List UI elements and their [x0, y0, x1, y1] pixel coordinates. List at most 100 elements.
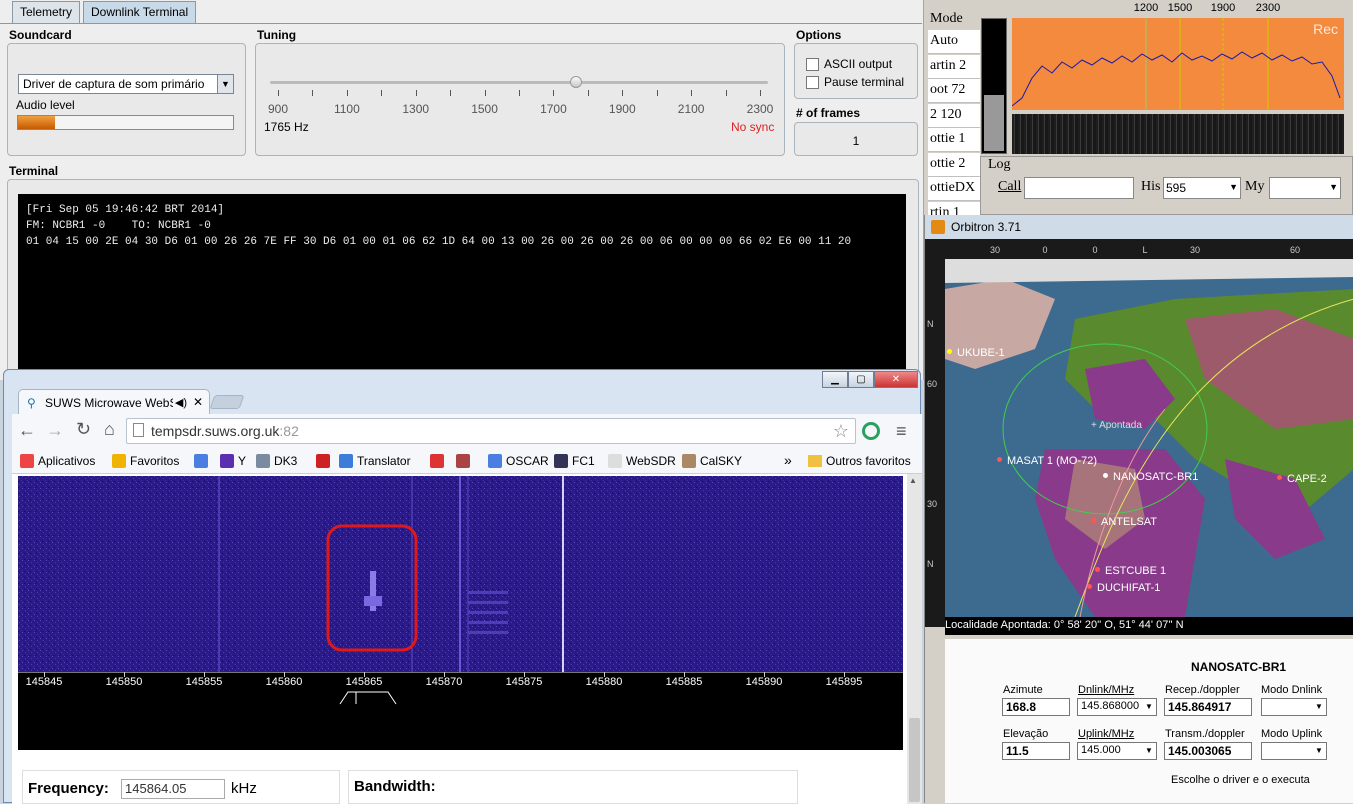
- bookmark-item[interactable]: Aplicativos: [20, 454, 95, 468]
- terminal-line: FM: NCBR1 -0 TO: NCBR1 -0: [26, 220, 211, 232]
- ascii-output-option[interactable]: ASCII output: [806, 57, 892, 72]
- soundcard-device-select[interactable]: Driver de captura de som primário ▼: [18, 74, 234, 94]
- bookmark-item[interactable]: Translator: [339, 454, 411, 468]
- scale-tick: [587, 90, 589, 96]
- maximize-button[interactable]: ▢: [848, 371, 874, 388]
- pause-terminal-checkbox[interactable]: [806, 76, 819, 90]
- tuning-slider-thumb[interactable]: [569, 76, 582, 88]
- my-select[interactable]: ▼: [1269, 177, 1341, 199]
- home-icon[interactable]: ⌂: [104, 419, 115, 440]
- bookmark-item[interactable]: Favoritos: [112, 454, 179, 468]
- azimuth-value: 168.8: [1002, 698, 1070, 716]
- satellite-dot-icon: [947, 349, 952, 354]
- bookmark-item[interactable]: [316, 454, 334, 468]
- chevron-down-icon: ▼: [1229, 182, 1238, 192]
- scale-label: 145890: [745, 676, 783, 688]
- bookmark-item[interactable]: [194, 454, 212, 468]
- address-bar[interactable]: tempsdr.suws.org.uk:82 ☆: [126, 418, 856, 444]
- bookmark-item[interactable]: Y: [220, 454, 246, 468]
- his-select[interactable]: 595 ▼: [1163, 177, 1241, 199]
- satellite-marker[interactable]: UKUBE-1: [947, 347, 1005, 359]
- bookmark-item[interactable]: FC1: [554, 454, 595, 468]
- bookmark-item[interactable]: WebSDR: [608, 454, 676, 468]
- mode-list[interactable]: Auto artin 2 oot 72 2 120 ottie 1 ottie 2 otti…: [924, 30, 980, 226]
- close-tab-icon[interactable]: ✕: [192, 395, 203, 409]
- his-value: 595: [1166, 181, 1187, 195]
- bookmark-item[interactable]: OSCAR: [488, 454, 549, 468]
- bookmark-item[interactable]: [456, 454, 474, 468]
- recep-label: Recep./doppler: [1165, 684, 1240, 696]
- mode-item[interactable]: artin 2: [928, 54, 980, 79]
- forward-icon[interactable]: →: [46, 420, 64, 441]
- scale-tick: [622, 90, 624, 96]
- bookmark-label: Favoritos: [130, 454, 180, 468]
- world-map[interactable]: UKUBE-1 MASAT 1 (MO-72) NANOSATC-BR1 CAPE-2…: [945, 259, 1353, 617]
- spectrum-frequency-mark: 1900: [1210, 2, 1236, 14]
- his-label: His: [1141, 179, 1161, 194]
- bookmark-label: FC1: [572, 454, 595, 468]
- scale-tick: [415, 90, 417, 96]
- more-bookmarks-button[interactable]: »: [784, 452, 792, 468]
- tab-downlink-terminal[interactable]: Downlink Terminal: [83, 1, 197, 23]
- mode-item[interactable]: Auto: [928, 30, 980, 54]
- extension-icon[interactable]: [862, 422, 880, 440]
- map-left-tick: N: [927, 319, 934, 329]
- map-top-tick: 30: [1189, 245, 1201, 255]
- mode-item[interactable]: ottieDX: [928, 177, 980, 201]
- dnlink-value: 145.868000: [1081, 700, 1140, 712]
- audio-level-meter: [17, 115, 234, 130]
- minimize-button[interactable]: ▁: [822, 371, 848, 388]
- back-icon[interactable]: ←: [18, 420, 36, 441]
- soundcard-title: Soundcard: [9, 28, 72, 42]
- audio-level-label: Audio level: [16, 98, 75, 112]
- map-left-tick: N: [927, 559, 934, 569]
- satellite-label: ANTELSAT: [1101, 516, 1158, 528]
- tuning-title: Tuning: [257, 28, 297, 42]
- menu-icon[interactable]: ≡: [896, 421, 907, 442]
- satellite-marker[interactable]: ANTELSAT: [1091, 516, 1157, 528]
- page-scrollbar[interactable]: ▲: [907, 474, 922, 804]
- reload-icon[interactable]: ↻: [76, 419, 91, 440]
- satellite-marker[interactable]: MASAT 1 (MO-72): [997, 455, 1097, 467]
- mode-item[interactable]: oot 72: [928, 79, 980, 103]
- transm-label: Transm./doppler: [1165, 728, 1245, 740]
- tab-telemetry[interactable]: Telemetry: [12, 1, 81, 23]
- bookmark-item[interactable]: DK3: [256, 454, 297, 468]
- pause-terminal-option[interactable]: Pause terminal: [806, 75, 904, 90]
- satellite-dot-icon: [1091, 518, 1096, 523]
- uplink-select[interactable]: 145.000 ▼: [1077, 742, 1157, 760]
- bookmark-item[interactable]: [430, 454, 448, 468]
- scale-tick: [656, 90, 658, 96]
- dnlink-select[interactable]: 145.868000 ▼: [1077, 698, 1157, 716]
- satellite-marker[interactable]: CAPE-2: [1277, 473, 1327, 485]
- frequency-scale[interactable]: 145845 145850 145855 145860 145865 145870 1458…: [18, 672, 903, 750]
- mode-item[interactable]: ottie 1: [928, 128, 980, 152]
- passband-indicator[interactable]: [338, 686, 408, 708]
- chevron-down-icon: ▼: [217, 75, 233, 93]
- modo-dnlink-select[interactable]: ▼: [1261, 698, 1327, 716]
- scale-label: 2300: [746, 102, 774, 116]
- satellite-marker[interactable]: NANOSATC-BR1: [1103, 471, 1198, 483]
- websdr-waterfall[interactable]: [18, 476, 903, 672]
- satellite-marker[interactable]: ESTCUBE 1: [1095, 565, 1166, 577]
- bookmark-item[interactable]: CalSKY: [682, 454, 742, 468]
- bookmark-label: DK3: [274, 454, 298, 468]
- other-bookmarks[interactable]: Outros favoritos: [808, 454, 911, 468]
- modo-uplink-select[interactable]: ▼: [1261, 742, 1327, 760]
- mode-item[interactable]: ottie 2: [928, 152, 980, 177]
- scroll-up-icon[interactable]: ▲: [909, 476, 917, 485]
- frequency-input[interactable]: 145864.05: [121, 779, 225, 799]
- speaker-icon: ◀): [172, 396, 187, 409]
- satellite-marker[interactable]: DUCHIFAT-1: [1087, 582, 1160, 594]
- ascii-output-checkbox[interactable]: [806, 58, 819, 72]
- bookmark-star-icon[interactable]: ☆: [833, 421, 849, 442]
- mode-item[interactable]: 2 120: [928, 103, 980, 128]
- browser-tab[interactable]: ⚲ SUWS Microwave WebS ◀) ✕: [18, 389, 210, 415]
- close-window-button[interactable]: ✕: [874, 371, 918, 388]
- new-tab-button[interactable]: [209, 395, 245, 409]
- call-input[interactable]: [1024, 177, 1134, 199]
- modo-uplink-label: Modo Uplink: [1261, 728, 1323, 740]
- scrollbar-thumb[interactable]: [909, 718, 920, 802]
- scale-label: 145855: [185, 676, 223, 688]
- tuning-slider-track[interactable]: [270, 81, 768, 84]
